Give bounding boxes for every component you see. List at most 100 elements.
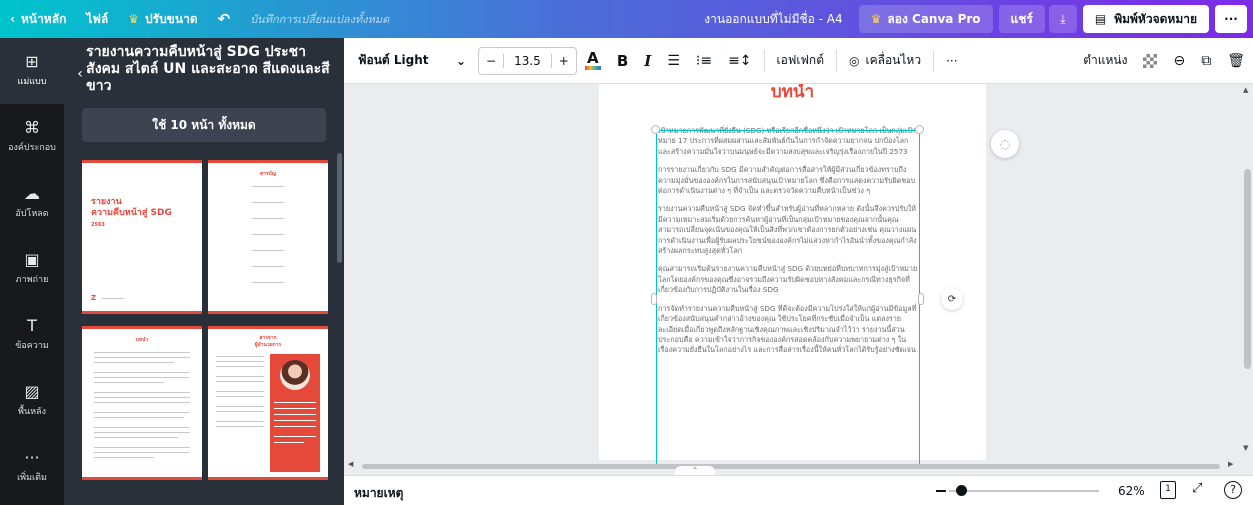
director-photo (280, 360, 310, 390)
font-size-stepper: − 13.5 + (478, 46, 577, 75)
notes-button[interactable]: หมายเหตุ (354, 484, 403, 503)
rail-item-templates[interactable]: ⊞ แม่แบบ (0, 38, 64, 104)
download-icon: ⤓ (1060, 11, 1066, 26)
share-button[interactable]: แชร์ (998, 5, 1045, 33)
align-left-icon: ☰ (667, 52, 680, 69)
rotate-handle[interactable]: ⟳ (941, 288, 963, 310)
rail-item-background[interactable]: ▨ พื้นหลัง (0, 368, 64, 434)
canvas-vertical-scrollbar[interactable]: ▲ ▼ (1242, 84, 1253, 475)
scroll-left-icon[interactable]: ◀ (348, 460, 353, 468)
side-rail: ⊞ แม่แบบ ⌘ องค์ประกอบ ☁ อัปโหลด ▣ ภาพถ่า… (0, 38, 64, 505)
rotate-icon: ⟳ (947, 293, 957, 305)
spacing-button[interactable]: ≡↕ (720, 46, 759, 76)
help-button[interactable]: ? (1224, 481, 1242, 499)
use-all-pages-button[interactable]: ใช้ 10 หน้า ทั้งหมด (82, 108, 326, 142)
text-toolbar: ฟ้อนต์ Light ⌄ − 13.5 + A B I ☰ ⁝≡ ≡↕ เอ… (344, 38, 1253, 84)
more-options-button[interactable]: ··· (1215, 5, 1247, 33)
add-comment-button[interactable]: ◌ (991, 130, 1019, 158)
rail-item-photos[interactable]: ▣ ภาพถ่าย (0, 236, 64, 302)
zoom-slider[interactable] (949, 490, 1099, 492)
page-thumbnail-toc[interactable]: สารบัญ (208, 160, 328, 314)
crown-icon: ♛ (870, 12, 882, 26)
font-family-select[interactable]: ฟ้อนต์ Light ⌄ (344, 46, 474, 76)
undo-icon: ↶ (217, 10, 231, 28)
file-menu[interactable]: ไฟล์ (76, 10, 118, 29)
print-button[interactable]: ▤ พิมพ์หัวจดหมาย (1082, 5, 1209, 33)
zoom-level[interactable]: 62% (1118, 484, 1145, 498)
resize-handle[interactable] (915, 125, 924, 134)
font-size-input[interactable]: 13.5 (503, 53, 552, 68)
zoom-slider-handle[interactable] (956, 485, 967, 496)
canvas-horizontal-scrollbar[interactable]: ◀ ▶ (344, 459, 1242, 475)
link-icon: ⊖ (1173, 52, 1186, 69)
scroll-right-icon[interactable]: ▶ (1228, 460, 1233, 468)
logo-mark: Z (91, 294, 97, 302)
document-title[interactable]: งานออกแบบที่ไม่มีชื่อ - A4 (694, 10, 852, 29)
elements-icon: ⌘ (24, 118, 40, 137)
transparency-button[interactable] (1135, 46, 1165, 76)
list-button[interactable]: ⁝≡ (688, 46, 720, 76)
design-canvas: บทนำ เป้าหมายการพัฒนาที่ยั่งยืน (SDG) หร… (344, 84, 1242, 475)
transparency-icon (1143, 53, 1158, 68)
align-button[interactable]: ☰ (659, 46, 688, 76)
bold-button[interactable]: B (609, 46, 636, 76)
effects-button[interactable]: เอฟเฟกต์ (769, 46, 832, 76)
crown-icon: ♛ (128, 12, 139, 26)
text-color-icon: A (584, 50, 601, 70)
toolbar-more-button[interactable]: ··· (938, 46, 965, 76)
home-button[interactable]: ‹ หน้าหลัก (0, 10, 76, 29)
fullscreen-button[interactable]: ⤢ (1192, 481, 1202, 496)
bullet-list-icon: ⁝≡ (695, 52, 713, 69)
cover-title-line2: ความคืบหน้าสู่ SDG (91, 208, 172, 218)
director-subtitle: ผู้อำนวยการ (254, 342, 282, 348)
text-color-button[interactable]: A (577, 46, 609, 76)
position-button[interactable]: ตำแหน่ง (1075, 46, 1135, 76)
toc-title: สารบัญ (260, 171, 276, 177)
page-thumbnail-director[interactable]: สารจาก ผู้อำนวยการ (208, 326, 328, 480)
document-page[interactable]: บทนำ เป้าหมายการพัฒนาที่ยั่งยืน (SDG) หร… (599, 84, 986, 465)
link-button[interactable]: ⊖ (1165, 46, 1193, 76)
rail-item-more[interactable]: ··· เพิ่มเติม (0, 434, 64, 500)
delete-button[interactable]: 🗑 (1219, 46, 1253, 76)
selection-box (656, 130, 920, 465)
chevron-left-icon: ‹ (10, 12, 15, 26)
photo-icon: ▣ (24, 250, 40, 269)
zoom-minus-icon[interactable] (936, 490, 946, 492)
document-icon: ▤ (1094, 12, 1107, 26)
comment-add-icon: ◌ (999, 137, 1011, 151)
animate-button[interactable]: ◎ เคลื่อนไหว (841, 46, 929, 76)
rail-item-elements[interactable]: ⌘ องค์ประกอบ (0, 104, 64, 170)
back-chevron-icon[interactable]: ‹ (74, 44, 86, 104)
resize-handle[interactable] (651, 125, 660, 134)
undo-button[interactable]: ↶ (208, 10, 241, 28)
chevron-up-icon: ⌃ (691, 466, 699, 475)
try-pro-button[interactable]: ♛ ลอง Canva Pro (858, 5, 993, 33)
page-heading[interactable]: บทนำ (599, 84, 986, 105)
template-title: รายงานความคืบหน้าสู่ SDG ประชาสังคม สไตล… (86, 44, 330, 94)
increase-size-button[interactable]: + (552, 54, 576, 68)
duplicate-button[interactable]: ⧉ (1193, 46, 1219, 76)
resize-handle[interactable] (651, 293, 657, 305)
text-icon: T (27, 316, 37, 335)
decrease-size-button[interactable]: − (479, 54, 503, 68)
intro-title: บทนำ (135, 337, 149, 343)
italic-button[interactable]: I (636, 46, 659, 76)
bottom-bar: หมายเหตุ 62% 1 ⤢ ? (344, 475, 1253, 505)
accent-bar (82, 311, 202, 314)
download-button[interactable]: ⤓ (1048, 5, 1077, 33)
scroll-up-icon[interactable]: ▲ (1243, 86, 1248, 94)
page-thumbnail-intro[interactable]: บทนำ (82, 326, 202, 480)
template-icon: ⊞ (25, 52, 39, 71)
resize-button[interactable]: ♛ ปรับขนาด (118, 10, 207, 29)
trash-icon: 🗑 (1227, 52, 1245, 69)
rail-item-uploads[interactable]: ☁ อัปโหลด (0, 170, 64, 236)
background-icon: ▨ (24, 382, 40, 401)
rail-item-text[interactable]: T ข้อความ (0, 302, 64, 368)
cover-year: 2563 (91, 222, 105, 228)
scroll-down-icon[interactable]: ▼ (1243, 444, 1248, 452)
page-thumbnail-cover[interactable]: รายงาน ความคืบหน้าสู่ SDG 2563 Z (82, 160, 202, 314)
page-count-button[interactable]: 1 (1160, 481, 1176, 499)
accent-bar (82, 160, 202, 163)
line-spacing-icon: ≡↕ (728, 52, 752, 69)
resize-handle[interactable] (918, 293, 924, 305)
